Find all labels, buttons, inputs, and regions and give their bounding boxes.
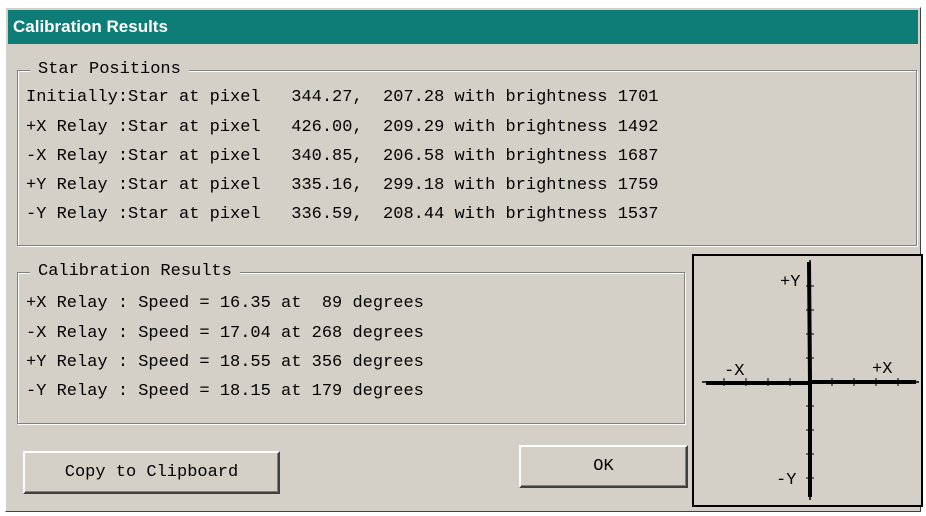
star-position-row-minus-x: -X Relay :Star at pixel 340.85, 206.58 w… (26, 147, 659, 166)
calibration-row-minus-y: -Y Relay : Speed = 18.15 at 179 degrees (26, 382, 424, 401)
plus-y-label: +Y (780, 273, 800, 292)
star-positions-group: Star Positions Initially:Star at pixel 3… (17, 59, 917, 246)
star-position-row-initial: Initially:Star at pixel 344.27, 207.28 w… (26, 88, 659, 107)
calibration-row-minus-x: -X Relay : Speed = 17.04 at 268 degrees (26, 324, 424, 343)
axes-svg: +Y -Y +X -X (702, 260, 919, 500)
calibration-row-plus-y: +Y Relay : Speed = 18.55 at 356 degrees (26, 353, 424, 372)
minus-y-label: -Y (776, 471, 796, 490)
minus-x-label: -X (724, 362, 744, 381)
ok-label: OK (593, 457, 614, 476)
star-position-row-minus-y: -Y Relay :Star at pixel 336.59, 208.44 w… (26, 205, 659, 224)
star-position-row-plus-x: +X Relay :Star at pixel 426.00, 209.29 w… (26, 118, 659, 137)
window-title: Calibration Results (8, 10, 918, 44)
copy-to-clipboard-label: Copy to Clipboard (64, 463, 239, 482)
plus-x-label: +X (872, 360, 892, 379)
calibration-axes-diagram: +Y -Y +X -X (692, 254, 923, 507)
calibration-results-group: Calibration Results +X Relay : Speed = 1… (17, 261, 685, 424)
plus-y-vector (807, 261, 812, 383)
ok-button[interactable]: OK (519, 445, 688, 488)
star-position-row-plus-y: +Y Relay :Star at pixel 335.16, 299.18 w… (26, 176, 659, 195)
calibration-row-plus-x: +X Relay : Speed = 16.35 at 89 degrees (26, 294, 424, 313)
star-positions-legend: Star Positions (30, 59, 189, 81)
copy-to-clipboard-button[interactable]: Copy to Clipboard (23, 451, 280, 494)
calibration-results-legend: Calibration Results (30, 261, 240, 283)
